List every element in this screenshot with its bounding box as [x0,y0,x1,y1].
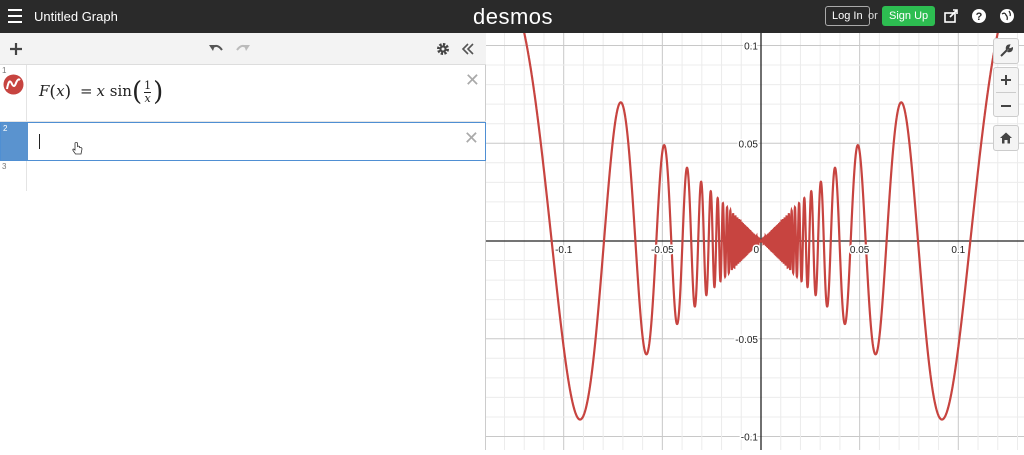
top-bar: Untitled Graph desmos Log In or Sign Up … [0,0,1024,33]
zoom-controls [993,67,1019,117]
expression-formula[interactable]: F(x) = x sin(1 x) [39,77,163,107]
y-tick-label: 0.05 [739,139,759,150]
hand-pointer-icon [72,142,83,155]
x-tick-label: -0.05 [651,245,674,256]
expression-tab[interactable]: 3 [0,161,27,191]
delete-expression-icon[interactable]: ✕ [464,129,479,147]
graph-settings-button[interactable] [993,38,1019,64]
expression-row-1[interactable]: 1 F(x) = x sin(1 x) ✕ [0,65,486,122]
desmos-logo: desmos [473,4,554,29]
expression-row-3[interactable]: 3 [0,161,486,191]
function-name: F [39,82,50,100]
redo-icon[interactable] [235,42,251,54]
zoom-divider [996,92,1016,93]
signup-button[interactable]: Sign Up [882,6,936,26]
x-tick-label: 0.1 [951,245,965,256]
graph-area[interactable]: -0.1 -0.05 0 0.05 0.1 0.1 0.05 -0.05 -0.1 [483,0,1024,450]
expression-row-2[interactable]: 2 ✕ [0,122,486,161]
expression-toolbar [0,33,486,65]
home-icon[interactable] [999,131,1013,145]
y-tick-label: -0.05 [735,335,758,346]
zoom-out-icon[interactable] [1000,100,1012,112]
x-tick-label: 0 [753,245,759,256]
help-icon[interactable]: ? [971,8,987,24]
desmos-n-icon[interactable] [3,74,24,95]
sin-function: sin [109,82,132,100]
login-button[interactable]: Log In [825,6,870,26]
x-tick-label: -0.1 [555,245,573,256]
function-variable: x [56,82,65,100]
expression-tab[interactable]: 1 [0,65,27,121]
expression-tab[interactable]: 2 [1,123,28,160]
expression-index: 2 [3,124,8,133]
expression-panel: 1 F(x) = x sin(1 x) ✕ 2 ✕ 3 [0,33,486,450]
wrench-icon[interactable] [999,44,1013,58]
zoom-in-icon[interactable] [1000,74,1012,86]
fraction-denominator: x [144,91,151,105]
delete-expression-icon[interactable]: ✕ [465,71,480,89]
graph-canvas[interactable]: -0.1 -0.05 0 0.05 0.1 0.1 0.05 -0.05 -0.1 [483,0,1024,450]
y-tick-label: 0.1 [744,42,758,53]
settings-icon[interactable] [436,42,450,56]
globe-icon[interactable] [999,8,1015,24]
svg-text:?: ? [976,11,983,23]
or-text: or [868,10,878,22]
text-cursor [39,134,40,149]
expression-input[interactable] [28,123,458,160]
share-icon[interactable] [943,8,959,24]
coefficient: x [96,82,105,100]
menu-icon[interactable] [8,9,22,23]
x-tick-label: 0.05 [850,245,870,256]
home-button[interactable] [993,125,1019,151]
fraction: 1x [144,78,152,105]
fraction-numerator: 1 [144,78,152,92]
undo-icon[interactable] [208,42,224,54]
expression-index: 3 [2,162,7,171]
add-icon[interactable] [9,42,23,56]
graph-title[interactable]: Untitled Graph [34,9,118,24]
collapse-icon[interactable] [461,42,475,56]
function-curve [483,0,1009,421]
y-tick-label: -0.1 [741,433,759,444]
